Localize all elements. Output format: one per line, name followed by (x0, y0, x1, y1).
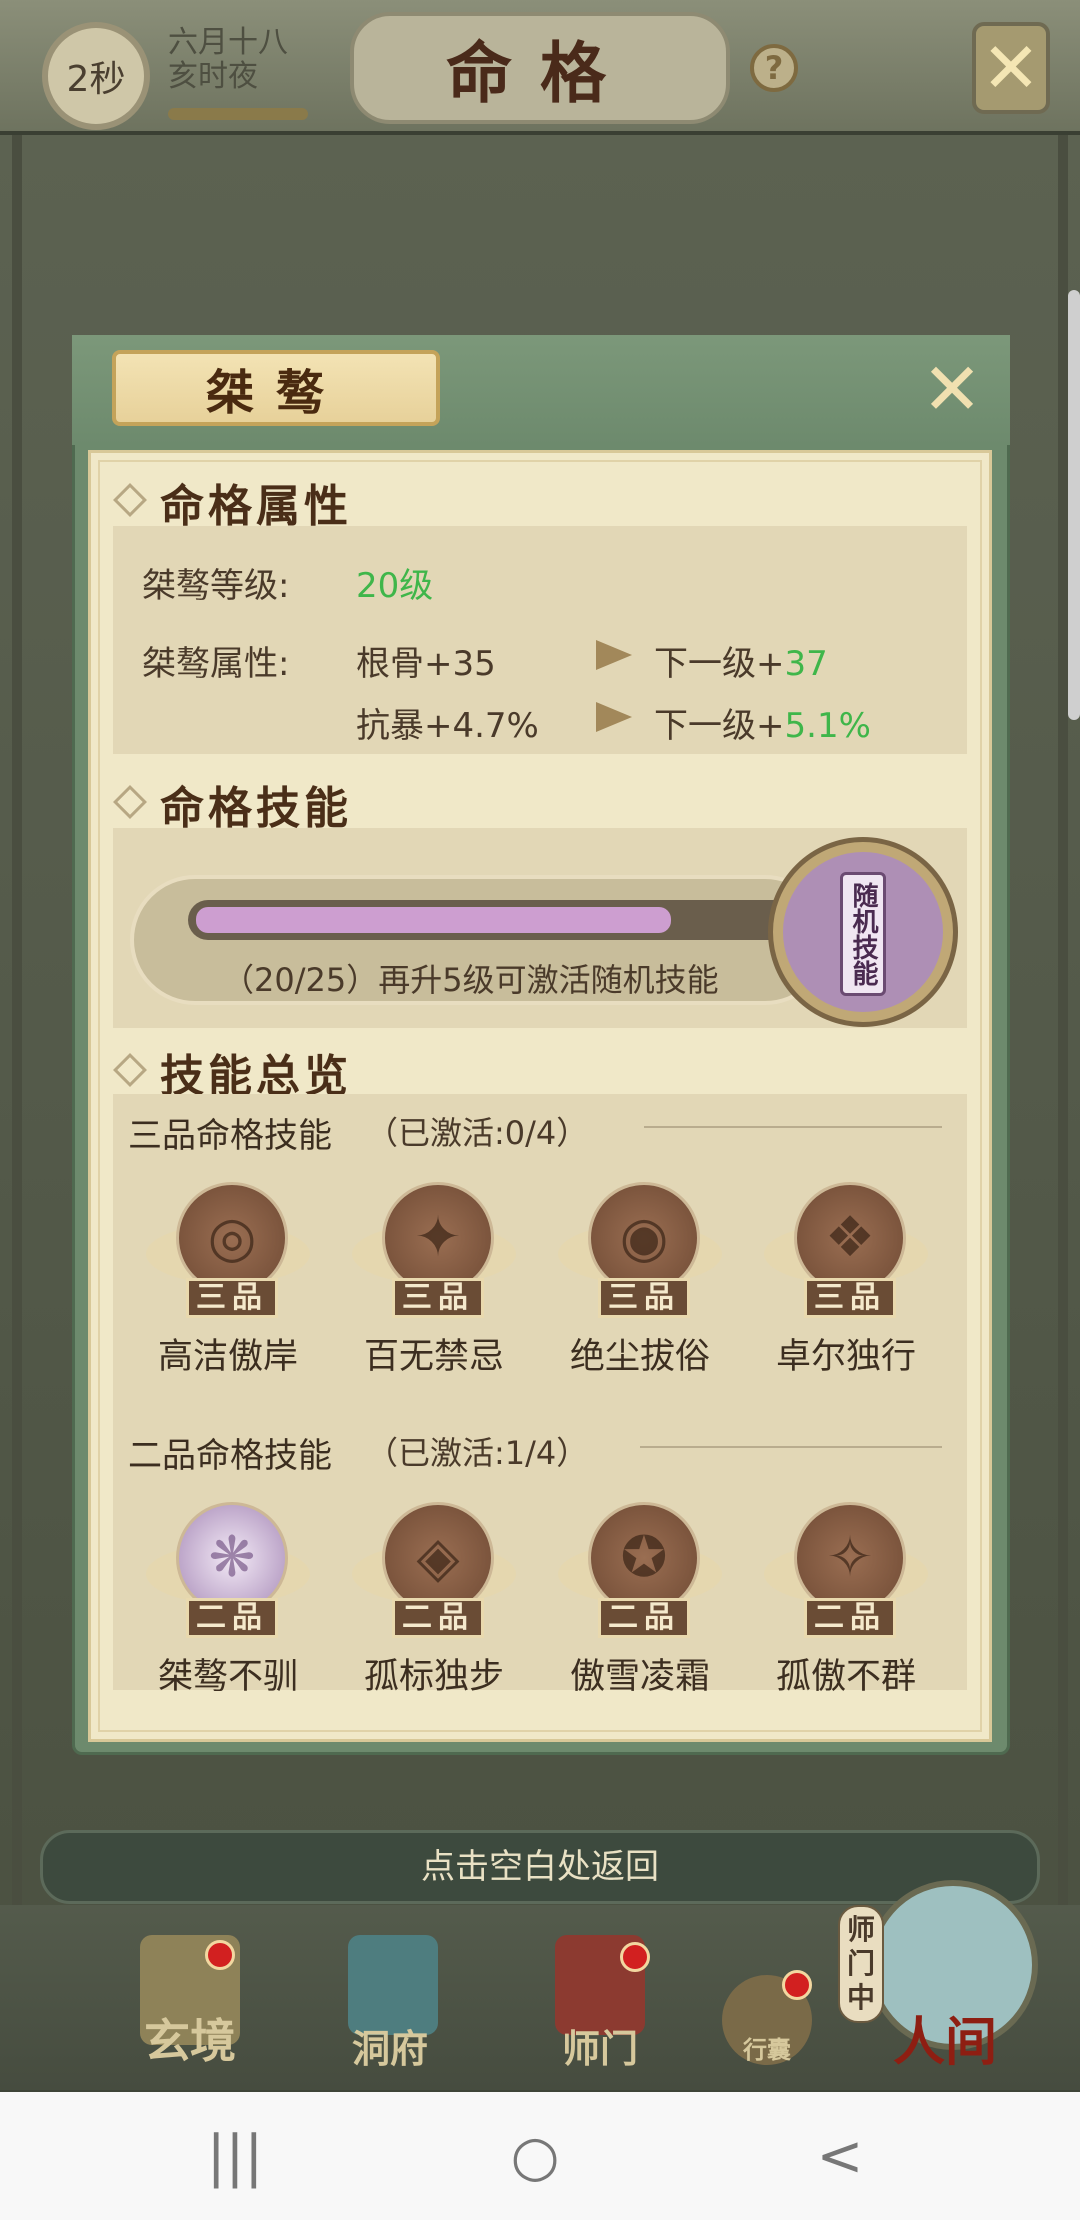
skill-name: 百无禁忌 (363, 1337, 504, 1377)
divider (640, 1446, 942, 1448)
nav-shimen[interactable]: 师门 (535, 2018, 665, 2073)
recents-button[interactable]: ||| (195, 2122, 275, 2192)
divider (644, 1126, 942, 1128)
section-title-attributes: 命格属性 (160, 481, 352, 532)
skill-name: 孤标独步 (363, 1657, 504, 1697)
notification-dot (782, 1970, 812, 2000)
skill-progress-fill (196, 907, 671, 933)
skill-name: 孤傲不群 (775, 1657, 916, 1697)
scrollbar[interactable] (1068, 290, 1080, 720)
level-value: 20级 (356, 566, 434, 606)
timer-badge: 2秒 (42, 22, 150, 130)
back-button[interactable]: < (800, 2122, 880, 2192)
tier2-title: 二品命格技能 (128, 1436, 332, 1476)
grade-badge: 三品 (186, 1278, 278, 1318)
right-frame (1058, 135, 1068, 1965)
date-line-2: 亥时夜 (168, 59, 258, 94)
attribute-label: 桀骜属性: (142, 644, 290, 684)
grade-badge: 三品 (804, 1278, 896, 1318)
tier2-status: （已激活:1/4） (366, 1434, 589, 1472)
left-frame (12, 135, 22, 1965)
attr-next-1: 下一级+37 (654, 644, 828, 684)
skill-progress-text: （20/25）再升5级可激活随机技能 (222, 961, 719, 999)
attr-next-2: 下一级+5.1% (654, 706, 871, 746)
nav-renjian[interactable]: 人间 (870, 2000, 1020, 2075)
attr-current-1: 根骨+35 (356, 644, 496, 684)
nav-xuanjing[interactable]: 玄境 (120, 2005, 260, 2071)
skill-name: 桀骜不驯 (157, 1657, 298, 1697)
close-icon: ✕ (981, 27, 1041, 109)
page-title: 命格 (350, 12, 730, 124)
grade-badge: 二品 (598, 1598, 690, 1638)
skill-name: 绝尘拔俗 (569, 1337, 710, 1377)
date-line-1: 六月十八 (168, 25, 288, 60)
notification-dot (620, 1942, 650, 1972)
level-label: 桀骜等级: (142, 566, 290, 606)
nav-dongfu[interactable]: 洞府 (330, 2018, 450, 2073)
grade-badge: 二品 (186, 1598, 278, 1638)
skill-name: 傲雪凌霜 (569, 1657, 710, 1697)
tier3-status: （已激活:0/4） (366, 1114, 589, 1152)
skill-name: 高洁傲岸 (157, 1337, 298, 1377)
random-skill-label: 随机技能 (840, 872, 886, 996)
grade-badge: 二品 (804, 1598, 896, 1638)
arrow-right-icon (596, 640, 632, 670)
arrow-right-icon (596, 702, 632, 732)
tier3-title: 三品命格技能 (128, 1116, 332, 1156)
modal-title: 桀骜 (112, 350, 440, 426)
grade-badge: 二品 (392, 1598, 484, 1638)
time-progress-bar (168, 108, 308, 120)
attr-current-2: 抗暴+4.7% (356, 706, 539, 746)
nav-xingnang[interactable]: 行囊 (727, 2030, 807, 2065)
grade-badge: 三品 (598, 1278, 690, 1318)
notification-dot (205, 1940, 235, 1970)
help-icon[interactable]: ? (750, 44, 798, 92)
home-button[interactable]: ○ (495, 2122, 575, 2192)
skill-name: 卓尔独行 (775, 1337, 916, 1377)
top-close-button[interactable]: ✕ (972, 22, 1050, 114)
grade-badge: 三品 (392, 1278, 484, 1318)
section-title-skill: 命格技能 (160, 783, 352, 834)
tap-blank-to-return[interactable]: 点击空白处返回 (40, 1836, 1040, 1898)
modal-close-button[interactable]: ✕ (918, 353, 986, 425)
